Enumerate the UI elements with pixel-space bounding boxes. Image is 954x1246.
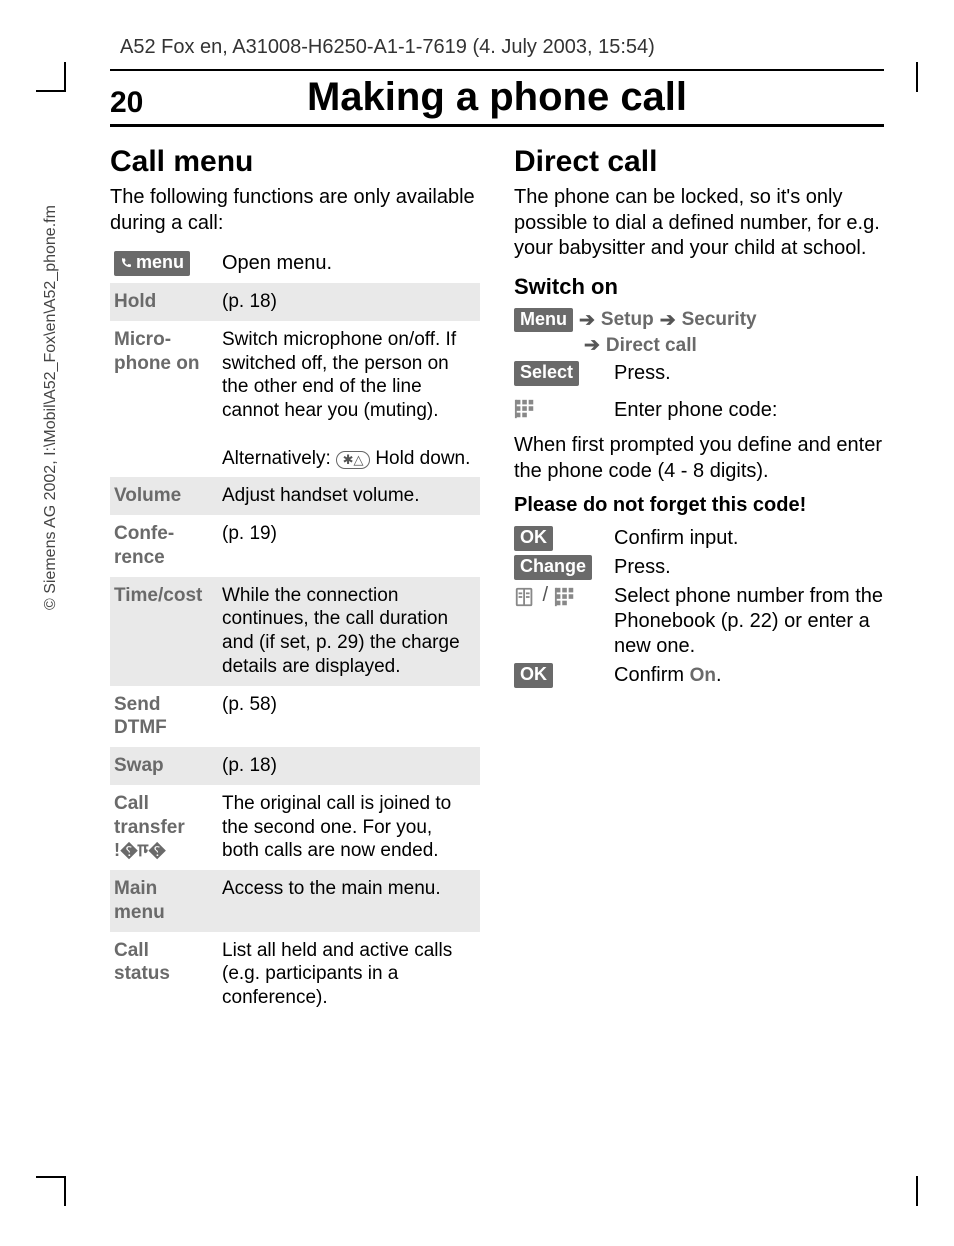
menu-softkey: Menu — [514, 308, 573, 333]
provider-icon: �ग�! — [114, 839, 166, 862]
table-row: Main menuAccess to the main menu. — [110, 870, 480, 932]
enter-code-text: Enter phone code: — [614, 398, 884, 423]
open-menu-text: Open menu. — [222, 252, 332, 274]
direct-call-heading: Direct call — [514, 145, 884, 179]
star-key-icon: ✱△ — [336, 451, 370, 469]
keypad-icon — [514, 398, 536, 420]
select-softkey: Select — [514, 361, 579, 386]
call-menu-intro: The following functions are only availab… — [110, 185, 480, 236]
keypad-icon — [554, 586, 576, 608]
page-title: Making a phone call — [170, 75, 824, 120]
arrow-icon: ➔ — [579, 309, 595, 332]
ok-softkey: OK — [514, 526, 553, 551]
confirm-input-text: Confirm input. — [614, 526, 884, 551]
table-row: Confe­rence(p. 19) — [110, 515, 480, 577]
table-row: VolumeAdjust handset volume. — [110, 477, 480, 515]
change-softkey: Change — [514, 555, 592, 580]
table-row: Send DTMF(p. 58) — [110, 686, 480, 748]
phonebook-icon — [514, 586, 536, 608]
switch-on-heading: Switch on — [514, 274, 884, 300]
running-header: A52 Fox en, A31008-H6250-A1-1-7619 (4. J… — [110, 30, 884, 71]
warning-text: Please do not forget this code! — [514, 493, 884, 519]
copyright-text: © Siemens AG 2002, I:\Mobil\A52_Fox\en\A… — [42, 205, 60, 610]
select-press-text: Press. — [614, 361, 884, 386]
table-row: Swap(p. 18) — [110, 747, 480, 785]
arrow-icon: ➔ — [660, 309, 676, 332]
call-menu-table: menu Open menu. Hold(p. 18) Micro­phone … — [110, 244, 480, 1017]
menu-softkey: menu — [114, 251, 190, 276]
prompt-text: When first prompted you define and enter… — [514, 433, 884, 484]
call-menu-heading: Call menu — [110, 145, 480, 179]
table-row: Hold(p. 18) — [110, 283, 480, 321]
table-row: Time/costWhile the connection continues,… — [110, 577, 480, 686]
select-number-text: Select phone number from the Phonebook (… — [614, 584, 884, 659]
direct-call-intro: The phone can be locked, so it's only po… — [514, 185, 884, 262]
menu-path: Menu ➔ Setup ➔ Security ➔ Direct call — [514, 308, 884, 358]
table-row: Call statusList all held and active call… — [110, 932, 480, 1017]
arrow-icon: ➔ — [584, 334, 600, 357]
confirm-on-text: Confirm On. — [614, 663, 884, 688]
phone-icon — [120, 257, 132, 269]
ok-softkey: OK — [514, 663, 553, 688]
table-row: Call transfer �ग�! The original call is … — [110, 785, 480, 870]
change-press-text: Press. — [614, 555, 884, 580]
table-row: Micro­phone on Switch microphone on/off.… — [110, 321, 480, 478]
page-number: 20 — [110, 86, 170, 120]
